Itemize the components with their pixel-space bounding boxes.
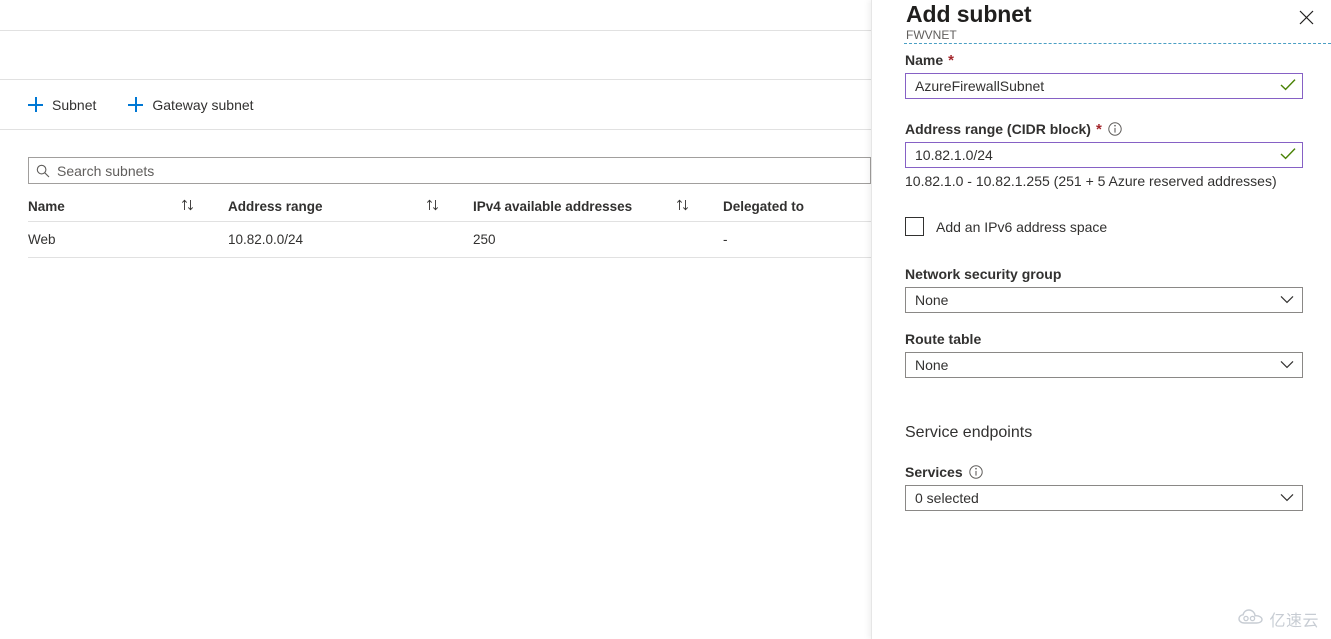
column-header-name-label: Name	[28, 199, 65, 214]
sort-icon	[426, 199, 441, 214]
name-input[interactable]: AzureFirewallSubnet	[905, 73, 1303, 99]
ipv6-checkbox-label: Add an IPv6 address space	[936, 219, 1107, 235]
search-input[interactable]: Search subnets	[57, 163, 154, 179]
address-range-input-value: 10.82.1.0/24	[915, 147, 1280, 163]
column-header-delegated-to-label: Delegated to	[723, 199, 804, 214]
column-header-ipv4-available[interactable]: IPv4 available addresses	[473, 199, 723, 214]
add-gateway-subnet-button-label: Gateway subnet	[152, 97, 253, 113]
name-field-label: Name *	[905, 52, 1301, 68]
panel-header: Add subnet FWVNET	[872, 0, 1331, 44]
network-security-group-value: None	[915, 292, 948, 308]
route-table-label: Route table	[905, 331, 1301, 347]
subnet-list-page: Subnet Gateway subnet Search subnets Nam…	[0, 0, 871, 639]
address-range-helper-text: 10.82.1.0 - 10.82.1.255 (251 + 5 Azure r…	[905, 173, 1301, 189]
chevron-down-icon	[1280, 356, 1294, 374]
address-range-field-label: Address range (CIDR block) *	[905, 121, 1301, 137]
name-field-label-text: Name	[905, 52, 943, 68]
name-input-value: AzureFirewallSubnet	[915, 78, 1280, 94]
column-header-address-range[interactable]: Address range	[228, 199, 473, 214]
network-security-group-label-text: Network security group	[905, 266, 1061, 282]
ipv6-checkbox-row[interactable]: Add an IPv6 address space	[905, 217, 1301, 236]
route-table-label-text: Route table	[905, 331, 981, 347]
plus-icon	[128, 97, 143, 112]
column-header-ipv4-available-label: IPv4 available addresses	[473, 199, 632, 214]
address-range-field-label-text: Address range (CIDR block)	[905, 121, 1091, 137]
watermark: 亿速云	[1238, 607, 1319, 631]
cell-ipv4-available: 250	[473, 232, 723, 247]
column-header-address-range-label: Address range	[228, 199, 323, 214]
add-subnet-button-label: Subnet	[52, 97, 96, 113]
add-subnet-panel: Add subnet FWVNET Name * AzureFirewallSu…	[871, 0, 1331, 639]
page-divider-top	[0, 30, 871, 31]
cell-address-range: 10.82.0.0/24	[228, 232, 473, 247]
required-marker: *	[1096, 122, 1102, 137]
cloud-icon	[1238, 608, 1264, 630]
command-bar: Subnet Gateway subnet	[0, 80, 871, 129]
add-gateway-subnet-button[interactable]: Gateway subnet	[128, 87, 263, 123]
services-value: 0 selected	[915, 490, 979, 506]
plus-icon	[28, 97, 43, 112]
services-label-text: Services	[905, 464, 963, 480]
panel-body: Name * AzureFirewallSubnet Address range…	[872, 52, 1331, 511]
subnets-table: Name Address range IPv4	[28, 192, 871, 258]
network-security-group-label: Network security group	[905, 266, 1301, 282]
search-icon	[29, 164, 57, 178]
checkmark-icon	[1280, 147, 1296, 163]
column-header-name[interactable]: Name	[28, 199, 228, 214]
ipv6-checkbox[interactable]	[905, 217, 924, 236]
sort-icon	[676, 199, 691, 214]
search-subnets-box[interactable]: Search subnets	[28, 157, 871, 184]
page-divider-third	[0, 129, 871, 130]
services-select[interactable]: 0 selected	[905, 485, 1303, 511]
info-icon[interactable]	[1108, 122, 1122, 136]
cell-name: Web	[28, 232, 228, 247]
table-header-row: Name Address range IPv4	[28, 192, 871, 222]
address-range-input[interactable]: 10.82.1.0/24	[905, 142, 1303, 168]
required-marker: *	[948, 53, 954, 68]
chevron-down-icon	[1280, 489, 1294, 507]
watermark-text: 亿速云	[1269, 607, 1319, 631]
route-table-select[interactable]: None	[905, 352, 1303, 378]
service-endpoints-section-heading: Service endpoints	[905, 424, 1301, 442]
add-subnet-button[interactable]: Subnet	[28, 87, 106, 123]
table-row[interactable]: Web 10.82.0.0/24 250 -	[28, 222, 871, 258]
checkmark-icon	[1280, 78, 1296, 94]
network-security-group-select[interactable]: None	[905, 287, 1303, 313]
sort-icon	[181, 199, 196, 214]
route-table-value: None	[915, 357, 948, 373]
chevron-down-icon	[1280, 291, 1294, 309]
info-icon[interactable]	[969, 465, 983, 479]
close-icon[interactable]	[1291, 2, 1321, 32]
panel-divider	[904, 43, 1331, 44]
panel-subtitle: FWVNET	[906, 28, 957, 42]
services-label: Services	[905, 464, 1301, 480]
page-title: Add subnet	[906, 1, 1032, 28]
